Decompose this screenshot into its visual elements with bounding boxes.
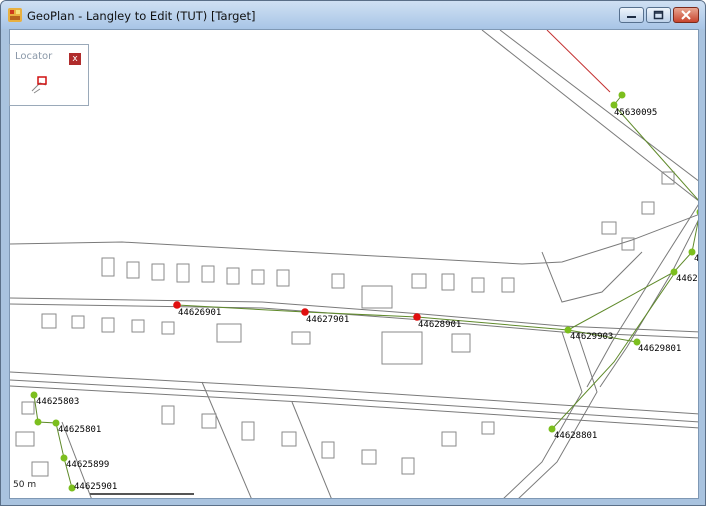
window-title: GeoPlan - Langley to Edit (TUT) [Target] [27,9,256,23]
road-network [10,30,698,498]
label-44625803: 44625803 [36,397,79,407]
node-edge-top[interactable] [696,209,700,216]
label-44625901: 44625901 [74,482,117,492]
highlighted-link [546,30,611,93]
maximize-button[interactable] [646,7,671,23]
minimize-button[interactable] [619,7,644,23]
node-markers[interactable] [30,91,700,492]
minimize-icon [627,16,636,18]
locator-panel[interactable]: Locator x [9,44,89,106]
label-44627901: 44627901 [306,315,349,325]
link-lines [33,94,698,489]
node-45630095-end[interactable] [618,91,626,99]
app-window: GeoPlan - Langley to Edit (TUT) [Target] [0,0,706,506]
label-44629903: 44629903 [570,332,613,342]
label-44628801: 44628801 [554,431,597,441]
scale-label: 50 m [13,480,37,490]
label-44628901: 44628901 [418,320,461,330]
map-canvas[interactable]: 45630095 44626901 44627901 44628901 4462… [9,29,699,499]
label-44625899: 44625899 [66,460,109,470]
close-button[interactable] [673,7,699,23]
close-icon [681,10,691,20]
title-bar[interactable]: GeoPlan - Langley to Edit (TUT) [Target] [1,1,705,29]
node-44625801-b[interactable] [34,418,42,426]
label-44626901: 44626901 [178,308,221,318]
label-44: 44 [694,254,699,264]
label-44625801: 44625801 [58,425,101,435]
locator-close-button[interactable]: x [69,53,81,65]
locator-viewport-marker[interactable] [37,76,47,85]
label-45630095: 45630095 [614,108,657,118]
locator-overview-map[interactable] [10,71,90,107]
geoplan-app-icon [8,8,22,22]
locator-title: Locator [15,51,53,62]
maximize-icon [653,10,664,20]
map-drawing[interactable]: 45630095 44626901 44627901 44628901 4462… [10,30,699,499]
label-44629801: 44629801 [638,344,681,354]
label-4462: 4462 [676,274,698,284]
